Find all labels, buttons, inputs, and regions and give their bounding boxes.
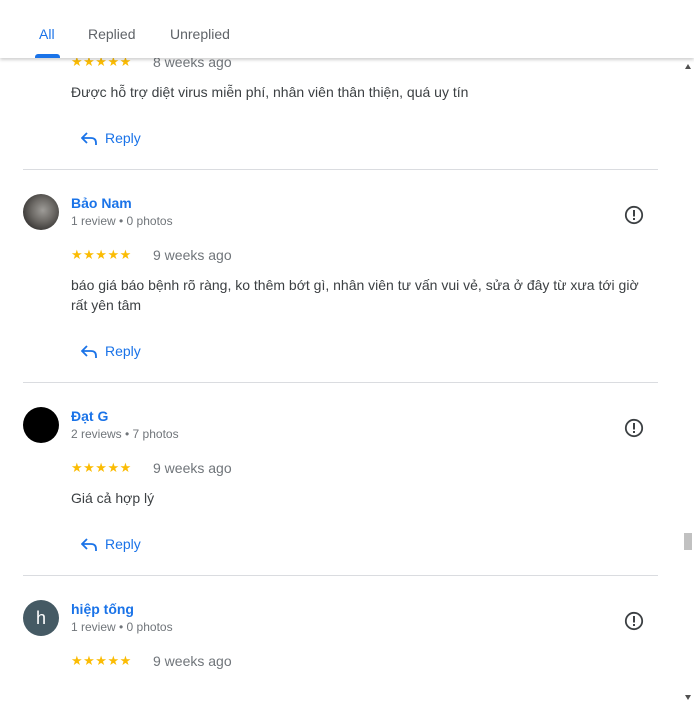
star-rating: ★★★★★ bbox=[71, 653, 132, 668]
reply-button[interactable]: Reply bbox=[81, 536, 151, 556]
filter-tabs: All Replied Unreplied bbox=[0, 0, 694, 58]
reply-arrow-icon bbox=[81, 538, 97, 551]
avatar[interactable] bbox=[23, 407, 59, 443]
review-date: 9 weeks ago bbox=[153, 653, 232, 669]
reply-button[interactable]: Reply bbox=[81, 343, 151, 363]
reply-button[interactable]: Reply bbox=[81, 130, 151, 150]
reviewer-name[interactable]: Bảo Nam bbox=[71, 195, 132, 211]
review-divider bbox=[23, 575, 658, 576]
review-text: Được hỗ trợ diệt virus miễn phí, nhân vi… bbox=[71, 84, 469, 100]
review-date: 9 weeks ago bbox=[153, 247, 232, 263]
review-date: 8 weeks ago bbox=[153, 58, 232, 70]
scroll-down-arrow-icon[interactable] bbox=[685, 695, 691, 700]
star-rating: ★★★★★ bbox=[71, 247, 132, 262]
review-text: báo giá báo bệnh rõ ràng, ko thêm bớt gì… bbox=[71, 277, 639, 313]
review-date: 9 weeks ago bbox=[153, 460, 232, 476]
avatar[interactable]: h bbox=[23, 600, 59, 636]
reply-arrow-icon bbox=[81, 345, 97, 358]
scrollbar-thumb[interactable] bbox=[684, 533, 692, 550]
reviewer-name[interactable]: Đạt G bbox=[71, 408, 108, 424]
tab-unreplied[interactable]: Unreplied bbox=[170, 26, 230, 42]
reply-label: Reply bbox=[105, 536, 141, 552]
star-rating: ★★★★★ bbox=[71, 460, 132, 475]
reviewer-meta: 2 reviews • 7 photos bbox=[71, 427, 179, 441]
reviewer-meta: 1 review • 0 photos bbox=[71, 214, 173, 228]
reply-arrow-icon bbox=[81, 132, 97, 145]
reviewer-name[interactable]: hiệp tống bbox=[71, 601, 134, 617]
reply-label: Reply bbox=[105, 130, 141, 146]
review-text: Giá cả hợp lý bbox=[71, 490, 155, 506]
report-flag-icon[interactable] bbox=[624, 205, 644, 225]
avatar[interactable] bbox=[23, 194, 59, 230]
review-list[interactable]: ★★★★★ 8 weeks ago Được hỗ trợ diệt virus… bbox=[0, 58, 682, 703]
report-flag-icon[interactable] bbox=[624, 611, 644, 631]
tab-all[interactable]: All bbox=[39, 26, 55, 42]
review-divider bbox=[23, 169, 658, 170]
vertical-scrollbar[interactable] bbox=[682, 58, 694, 703]
tab-replied[interactable]: Replied bbox=[88, 26, 135, 42]
reviewer-meta: 1 review • 0 photos bbox=[71, 620, 173, 634]
report-flag-icon[interactable] bbox=[624, 418, 644, 438]
reply-label: Reply bbox=[105, 343, 141, 359]
scroll-up-arrow-icon[interactable] bbox=[685, 64, 691, 69]
active-tab-indicator bbox=[35, 54, 60, 58]
star-rating: ★★★★★ bbox=[71, 58, 132, 69]
review-divider bbox=[23, 382, 658, 383]
